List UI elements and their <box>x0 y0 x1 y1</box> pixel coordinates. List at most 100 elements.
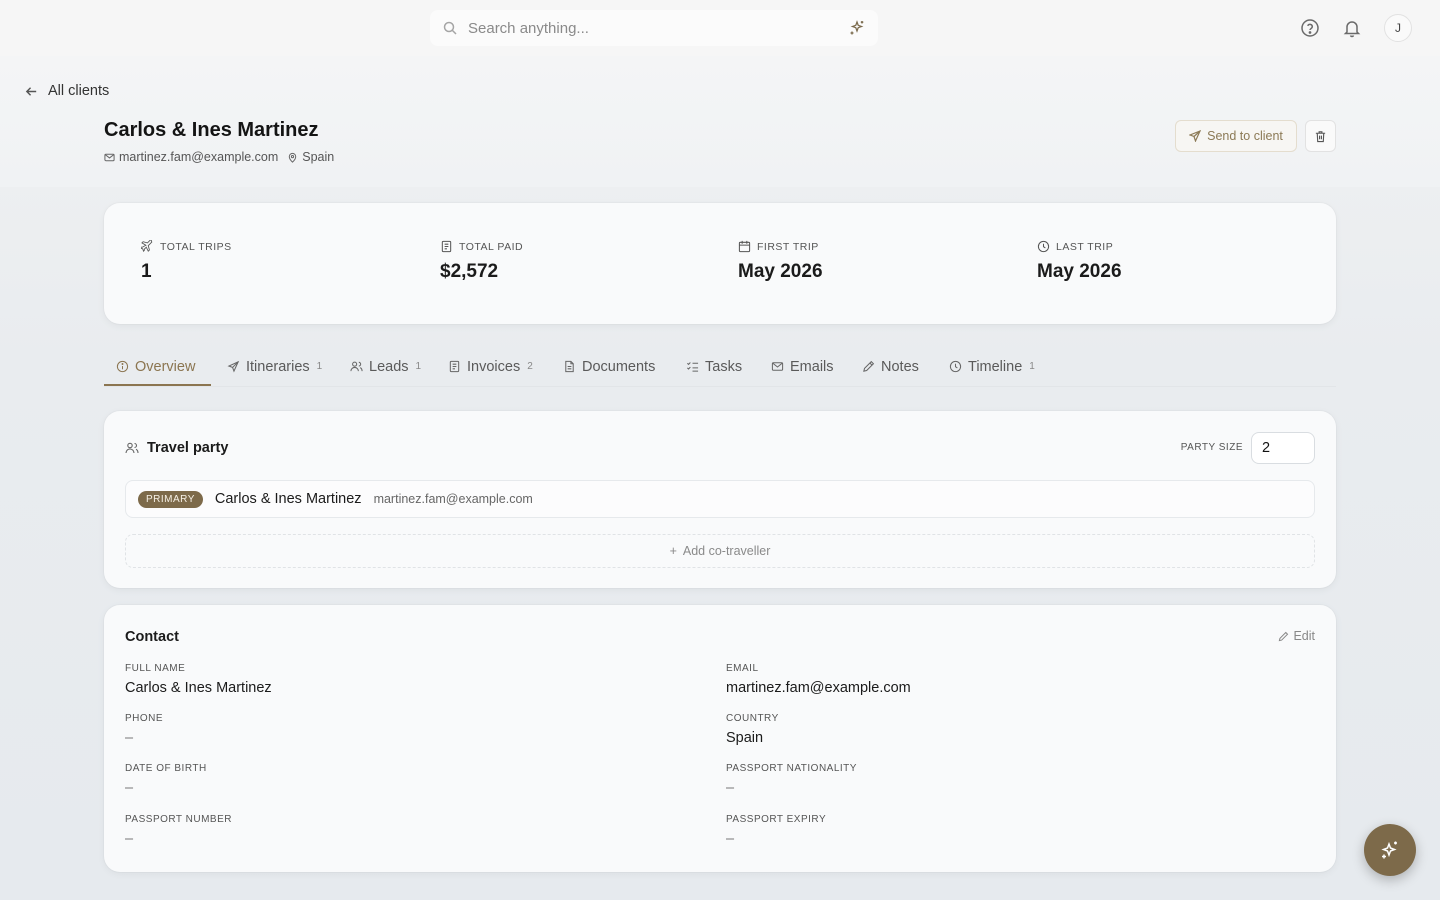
plus-icon: + <box>669 544 677 558</box>
edit-contact-button[interactable]: Edit <box>1278 629 1315 643</box>
field-value: Carlos & Ines Martinez <box>125 680 272 696</box>
stat-label: LAST TRIP <box>1056 240 1114 253</box>
stat-value: 1 <box>141 261 152 282</box>
send-to-client-label: Send to client <box>1207 129 1283 143</box>
document-icon <box>565 360 574 373</box>
receipt-icon <box>449 360 460 373</box>
tab-label: Invoices <box>467 358 521 375</box>
tab-overview[interactable]: Overview <box>116 347 195 386</box>
location-pin-icon <box>289 152 297 163</box>
field-value: Spain <box>726 730 764 746</box>
stat-last-trip: LAST TRIP May 2026 <box>1037 240 1122 283</box>
pencil-icon <box>1279 631 1289 641</box>
sparkle-icon <box>1381 841 1397 859</box>
checklist-icon <box>687 362 699 372</box>
page-title: Carlos & Ines Martinez <box>104 119 319 141</box>
tab-notes[interactable]: Notes <box>862 347 919 386</box>
client-meta: martinez.fam@example.com Spain <box>104 150 334 164</box>
stat-value: May 2026 <box>738 261 823 282</box>
user-avatar[interactable]: J <box>1384 14 1412 42</box>
send-to-client-button[interactable]: Send to client <box>1175 120 1297 152</box>
tab-label: Tasks <box>705 358 743 375</box>
tab-count: 2 <box>527 361 533 372</box>
search-input[interactable] <box>468 19 848 37</box>
tab-label: Itineraries <box>246 358 310 375</box>
ai-sparkle-icon[interactable] <box>848 19 866 37</box>
tab-timeline[interactable]: Timeline 1 <box>949 347 1035 386</box>
field-value: – <box>726 831 735 847</box>
tab-emails[interactable]: Emails <box>771 347 834 386</box>
stat-value: May 2026 <box>1037 261 1122 282</box>
field-passport-nationality: PASSPORT NATIONALITY – <box>726 763 857 796</box>
top-bar: J <box>0 0 1440 56</box>
field-phone: PHONE – <box>125 713 163 746</box>
stat-label: FIRST TRIP <box>757 240 819 253</box>
add-co-traveller-label: Add co-traveller <box>682 544 771 558</box>
field-value: – <box>726 780 735 796</box>
party-size-input[interactable] <box>1251 432 1315 464</box>
tab-count: 1 <box>316 361 323 372</box>
stat-label: TOTAL TRIPS <box>160 240 232 253</box>
field-value: martinez.fam@example.com <box>726 680 911 696</box>
tab-count: 1 <box>1029 361 1035 372</box>
delete-client-button[interactable] <box>1305 120 1336 152</box>
users-icon <box>125 442 139 454</box>
field-passport-expiry: PASSPORT EXPIRY – <box>726 814 826 847</box>
back-link[interactable]: All clients <box>24 83 109 99</box>
mail-icon <box>104 153 115 161</box>
field-label: PASSPORT NATIONALITY <box>726 763 857 774</box>
travel-party-title-text: Travel party <box>147 440 229 456</box>
mail-icon <box>771 362 784 371</box>
tab-label: Documents <box>582 358 656 375</box>
send-icon <box>1189 130 1202 142</box>
clock-icon <box>1037 240 1050 253</box>
primary-badge: PRIMARY <box>138 490 203 508</box>
traveller-row[interactable]: PRIMARY Carlos & Ines Martinez martinez.… <box>125 480 1315 518</box>
add-co-traveller-button[interactable]: + Add co-traveller <box>125 534 1315 568</box>
tab-label: Emails <box>790 358 834 375</box>
arrow-left-icon <box>25 86 37 96</box>
travel-party-card: Travel party PARTY SIZE PRIMARY Carlos &… <box>104 411 1336 588</box>
field-country: COUNTRY Spain <box>726 713 779 746</box>
field-label: PHONE <box>125 713 164 724</box>
party-size-label: PARTY SIZE <box>1180 442 1243 453</box>
client-tabs: Overview Itineraries 1 Leads 1 Invoices … <box>104 347 1336 387</box>
field-value: – <box>125 730 134 746</box>
tab-label: Timeline <box>968 358 1023 375</box>
field-label: FULL NAME <box>125 663 186 674</box>
tab-count: 1 <box>415 361 422 372</box>
receipt-icon <box>441 240 452 253</box>
tab-documents[interactable]: Documents <box>563 347 655 386</box>
contact-card: Contact Edit FULL NAME Carlos & Ines Mar… <box>104 605 1336 872</box>
stat-total-paid: TOTAL PAID $2,572 <box>440 240 523 283</box>
tab-invoices[interactable]: Invoices 2 <box>448 347 533 386</box>
search-bar[interactable] <box>430 10 878 46</box>
stat-value: $2,572 <box>440 261 499 282</box>
ai-assistant-button[interactable] <box>1364 824 1416 876</box>
field-passport-number: PASSPORT NUMBER – <box>125 814 232 847</box>
tab-label: Overview <box>135 358 196 375</box>
traveller-email: martinez.fam@example.com <box>373 492 533 506</box>
clock-icon <box>949 360 962 373</box>
users-icon <box>350 361 363 372</box>
edit-label: Edit <box>1293 629 1315 643</box>
bell-icon[interactable] <box>1342 18 1362 38</box>
help-icon[interactable] <box>1300 18 1320 38</box>
field-label: COUNTRY <box>726 713 779 724</box>
field-date-of-birth: DATE OF BIRTH – <box>125 763 207 796</box>
field-label: PASSPORT EXPIRY <box>726 814 827 825</box>
stat-total-trips: TOTAL TRIPS 1 <box>141 240 232 283</box>
stat-first-trip: FIRST TRIP May 2026 <box>738 240 823 283</box>
trash-icon <box>1315 130 1326 142</box>
pencil-icon <box>863 360 875 372</box>
tab-tasks[interactable]: Tasks <box>686 347 742 386</box>
field-value: – <box>125 780 134 796</box>
client-location: Spain <box>302 150 335 164</box>
tab-leads[interactable]: Leads 1 <box>350 347 421 386</box>
field-label: PASSPORT NUMBER <box>125 814 232 825</box>
tab-itineraries[interactable]: Itineraries 1 <box>227 347 322 386</box>
traveller-name: Carlos & Ines Martinez <box>214 491 362 507</box>
contact-title: Contact <box>125 629 179 645</box>
search-icon <box>442 20 458 36</box>
field-full-name: FULL NAME Carlos & Ines Martinez <box>125 663 272 696</box>
